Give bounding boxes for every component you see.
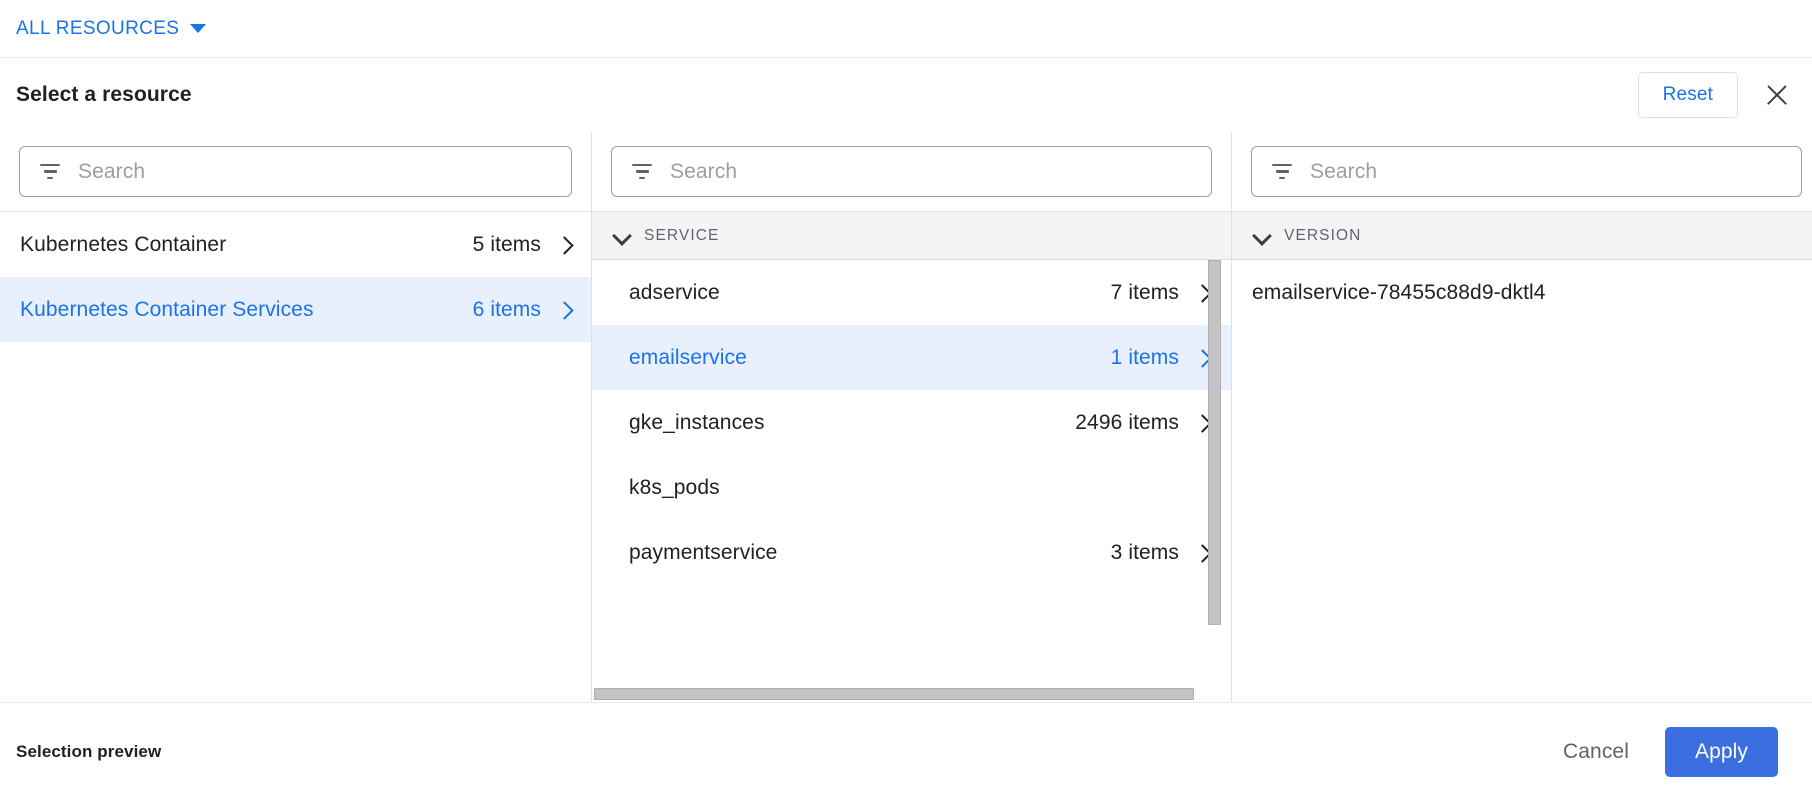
panel-version: Search VERSION emailservice-78455c88d9-d… [1231, 132, 1812, 702]
list-item[interactable]: emailservice-78455c88d9-dktl4 [1232, 260, 1812, 325]
list-item-count: 1 items [1111, 346, 1179, 370]
list-item-label: Kubernetes Container Services [20, 298, 314, 322]
vertical-scrollbar[interactable] [1208, 260, 1221, 625]
list-item[interactable]: emailservice 1 items [592, 325, 1231, 390]
group-header-version[interactable]: VERSION [1232, 212, 1812, 260]
chevron-down-icon[interactable] [1254, 228, 1270, 244]
search-wrap-resource-type: Search [0, 132, 591, 211]
close-icon[interactable] [1760, 78, 1794, 112]
chevron-down-icon [190, 24, 206, 33]
footer-actions: Cancel Apply [1563, 727, 1778, 777]
chevron-right-icon[interactable] [557, 237, 573, 253]
list-item-meta: 5 items [473, 233, 573, 257]
list-item[interactable]: paymentservice 3 items [592, 520, 1231, 585]
group-header-label: VERSION [1284, 227, 1361, 245]
list-item-count: 6 items [473, 298, 541, 322]
filter-icon [1272, 164, 1292, 180]
chevron-down-icon[interactable] [614, 228, 630, 244]
list-item-count: 3 items [1111, 541, 1179, 565]
list-item-label: adservice [629, 281, 720, 305]
list-item-meta: 3 items [1111, 541, 1211, 565]
filter-icon [632, 164, 652, 180]
list-item[interactable]: adservice 7 items [592, 260, 1231, 325]
search-placeholder: Search [670, 160, 737, 184]
horizontal-scrollbar[interactable] [594, 688, 1194, 700]
apply-button[interactable]: Apply [1665, 727, 1778, 777]
list-item[interactable]: Kubernetes Container 5 items [0, 212, 591, 277]
list-item[interactable]: gke_instances 2496 items [592, 390, 1231, 455]
list-item-meta: 2496 items [1075, 411, 1211, 435]
dialog-header: Select a resource Reset [0, 58, 1812, 132]
search-input-version[interactable]: Search [1251, 146, 1802, 197]
list-item-meta: 6 items [473, 298, 573, 322]
list-item-label: paymentservice [629, 541, 777, 565]
list-resource-type: Kubernetes Container 5 items Kubernetes … [0, 212, 591, 342]
all-resources-dropdown[interactable]: ALL RESOURCES [16, 18, 206, 40]
list-item-count: 5 items [473, 233, 541, 257]
search-input-resource-type[interactable]: Search [19, 146, 572, 197]
chevron-right-icon[interactable] [557, 302, 573, 318]
list-item-label: emailservice-78455c88d9-dktl4 [1252, 281, 1546, 305]
top-bar: ALL RESOURCES [0, 0, 1812, 58]
cancel-button[interactable]: Cancel [1563, 740, 1629, 764]
list-item-meta: 1 items [1111, 346, 1211, 370]
search-input-service[interactable]: Search [611, 146, 1212, 197]
list-item-count: 7 items [1111, 281, 1179, 305]
all-resources-label: ALL RESOURCES [16, 18, 179, 40]
search-placeholder: Search [1310, 160, 1377, 184]
group-header-label: SERVICE [644, 227, 719, 245]
group-header-service[interactable]: SERVICE [592, 212, 1231, 260]
page-title: Select a resource [16, 83, 192, 107]
list-item-label: Kubernetes Container [20, 233, 226, 257]
search-placeholder: Search [78, 160, 145, 184]
list-item-label: emailservice [629, 346, 747, 370]
search-wrap-service: Search [592, 132, 1231, 211]
list-service: adservice 7 items emailservice 1 items [592, 260, 1231, 585]
reset-button[interactable]: Reset [1638, 72, 1738, 118]
list-item-label: gke_instances [629, 411, 765, 435]
panels-container: Search Kubernetes Container 5 items Kube… [0, 132, 1812, 702]
list-item[interactable]: k8s_pods [592, 455, 1231, 520]
panel-service: Search SERVICE adservice 7 items [591, 132, 1231, 702]
panel-resource-type: Search Kubernetes Container 5 items Kube… [0, 132, 591, 702]
selection-preview-label: Selection preview [16, 742, 161, 762]
header-actions: Reset [1638, 72, 1794, 118]
list-service-body: adservice 7 items emailservice 1 items [592, 260, 1231, 702]
resource-picker-dialog: ALL RESOURCES Select a resource Reset Se… [0, 0, 1812, 800]
list-item-label: k8s_pods [629, 476, 720, 500]
list-item-meta: 7 items [1111, 281, 1211, 305]
search-wrap-version: Search [1232, 132, 1812, 211]
list-item-count: 2496 items [1075, 411, 1179, 435]
list-item[interactable]: Kubernetes Container Services 6 items [0, 277, 591, 342]
filter-icon [40, 164, 60, 180]
list-version: emailservice-78455c88d9-dktl4 [1232, 260, 1812, 325]
dialog-footer: Selection preview Cancel Apply [0, 702, 1812, 800]
